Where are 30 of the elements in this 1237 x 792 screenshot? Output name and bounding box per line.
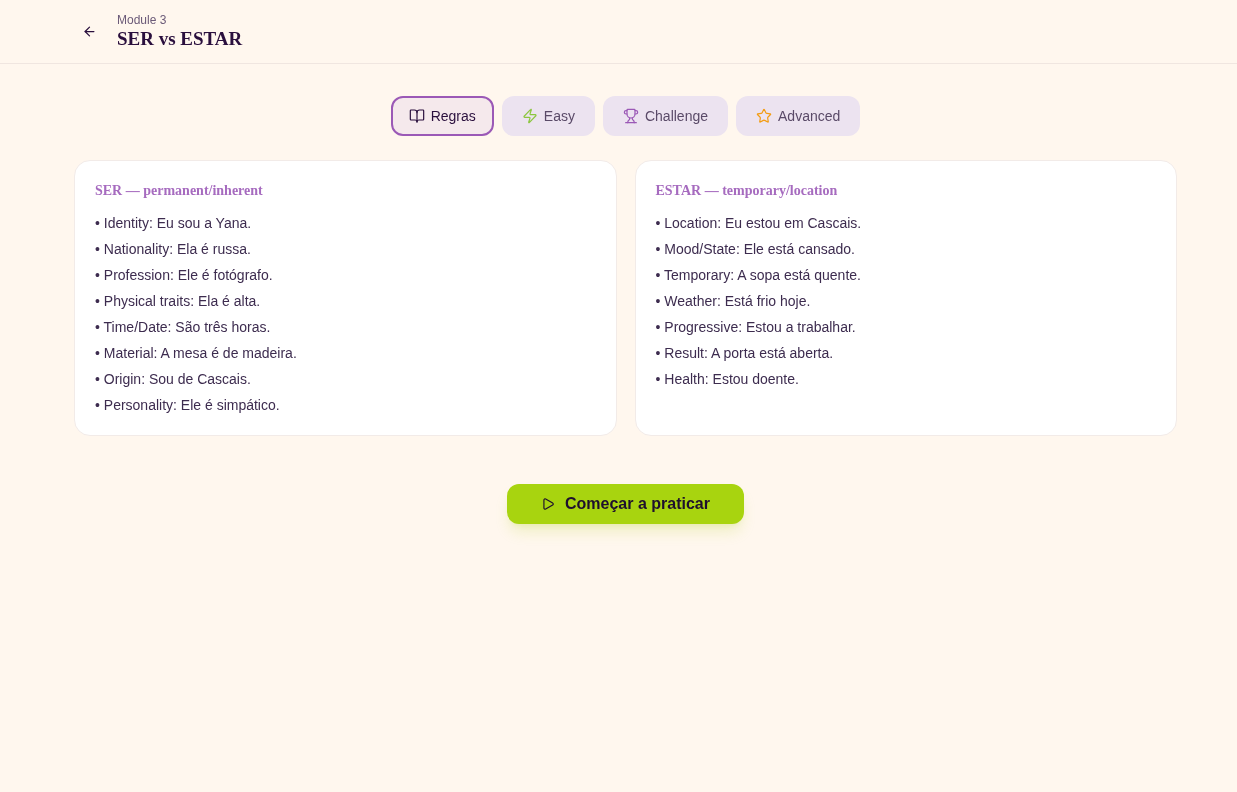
star-icon [756, 108, 772, 124]
rule-item: • Result: A porta está aberta. [655, 344, 834, 362]
rule-item: • Identity: Eu sou a Yana. [95, 214, 252, 232]
tab[interactable]: Easy [501, 96, 595, 136]
module-label: Module 3 [117, 12, 168, 27]
rule-item: • Weather: Está frio hoje. [655, 292, 811, 310]
tab[interactable]: Challenge [602, 96, 728, 136]
page-title: SER vs ESTAR [117, 26, 243, 51]
trophy-icon [622, 108, 639, 124]
card-heading: SER — permanent/inherent [95, 182, 264, 200]
tab[interactable]: Advanced [736, 96, 861, 136]
rule-item: • Nationality: Ela é russa. [95, 240, 251, 258]
rule-item: • Origin: Sou de Cascais. [95, 370, 251, 388]
back-icon [81, 24, 97, 39]
tab[interactable]: Regras [390, 96, 494, 136]
rule-item: • Personality: Ele é simpático. [95, 396, 280, 414]
rule-item: • Material: A mesa é de madeira. [95, 344, 297, 362]
book-icon [408, 108, 425, 124]
start-practice-button[interactable]: Começar a praticar [507, 484, 744, 524]
rule-item: • Physical traits: Ela é alta. [95, 292, 261, 310]
rule-item: • Health: Estou doente. [655, 370, 799, 388]
rule-item: • Progressive: Estou a trabalhar. [655, 318, 856, 336]
lightning-icon [521, 108, 538, 124]
rule-item: • Temporary: A sopa está quente. [655, 266, 861, 284]
play-icon [541, 497, 555, 511]
rule-item: • Location: Eu estou em Cascais. [655, 214, 862, 232]
rule-item: • Time/Date: São três horas. [95, 318, 271, 336]
card-heading: ESTAR — temporary/location [655, 182, 839, 200]
rule-item: • Profession: Ele é fotógrafo. [95, 266, 273, 284]
rule-item: • Mood/State: Ele está cansado. [655, 240, 855, 258]
